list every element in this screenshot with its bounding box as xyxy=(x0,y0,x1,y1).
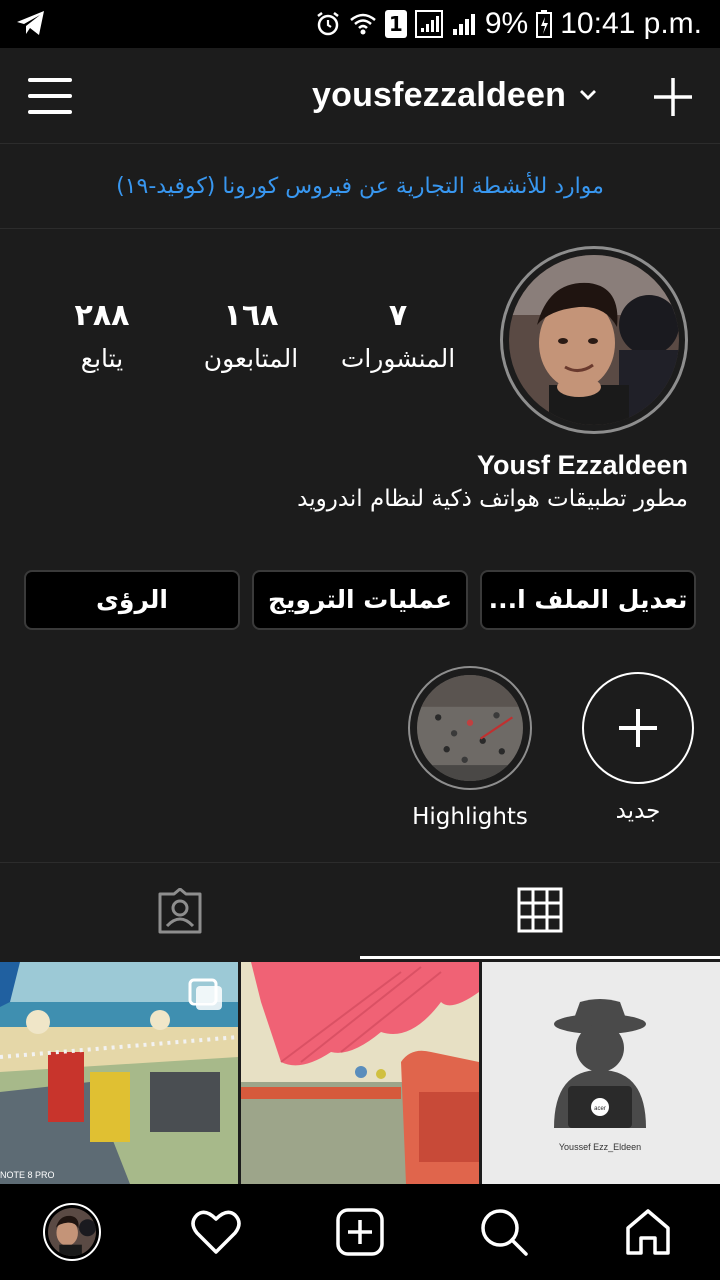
tab-grid[interactable] xyxy=(360,863,720,959)
tab-tagged[interactable] xyxy=(0,863,360,959)
highlight-item[interactable]: Highlights xyxy=(405,666,535,830)
following-count: ٢٨٨ xyxy=(74,298,130,333)
followers-count: ١٦٨ xyxy=(223,298,279,333)
new-highlight-label: جديد xyxy=(615,798,661,824)
avatar-photo xyxy=(509,255,679,425)
posts-count: ٧ xyxy=(388,298,408,333)
highlight-label: Highlights xyxy=(412,804,528,830)
stat-posts[interactable]: ٧ المنشورات xyxy=(323,296,473,373)
covid-resources-link[interactable]: موارد للأنشطة التجارية عن فيروس كورونا (… xyxy=(0,145,720,229)
home-icon xyxy=(626,1209,670,1255)
sim-slot-number: 1 xyxy=(388,12,403,36)
nav-new-post[interactable] xyxy=(288,1184,432,1280)
battery-percent: 9% xyxy=(484,7,529,40)
battery-icon xyxy=(536,10,553,38)
posts-grid: NOTE 8 PRO acer Youssef Ezz_Eldeen xyxy=(0,962,720,1184)
add-post-icon xyxy=(336,1208,384,1256)
followers-label: المتابعون xyxy=(203,344,299,373)
instagram-profile-screen: yousfezzaldeen موارد للأنشطة التجارية عن… xyxy=(0,48,720,1280)
profile-bio: مطور تطبيقات هواتف ذكية لنظام اندرويد xyxy=(297,486,688,512)
promotions-button[interactable]: عمليات الترويج xyxy=(252,570,468,630)
sim-slot-badge: 1 xyxy=(384,10,407,38)
post-thumbnail[interactable]: NOTE 8 PRO xyxy=(0,962,238,1184)
add-highlight-icon xyxy=(582,672,694,784)
status-bar: 1 9% 10:41 p.m. xyxy=(0,0,720,48)
profile-avatar[interactable] xyxy=(500,246,688,434)
post-caption: Youssef Ezz_Eldeen xyxy=(559,1142,641,1152)
search-icon xyxy=(481,1209,528,1256)
plus-icon[interactable] xyxy=(652,76,694,118)
profile-header: yousfezzaldeen xyxy=(0,48,720,144)
bottom-navigation xyxy=(0,1184,720,1280)
stat-followers[interactable]: ١٦٨ المتابعون xyxy=(176,296,326,373)
photo-watermark: NOTE 8 PRO xyxy=(0,1170,55,1180)
post-image: NOTE 8 PRO xyxy=(0,962,238,1184)
highlight-cover xyxy=(417,675,523,781)
nav-search[interactable] xyxy=(432,1184,576,1280)
post-thumbnail[interactable]: acer Youssef Ezz_Eldeen xyxy=(482,962,720,1184)
posts-label: المنشورات xyxy=(340,344,456,373)
wifi-icon xyxy=(350,13,376,35)
profile-full-name: Yousf Ezzaldeen xyxy=(476,450,688,480)
signal-icon xyxy=(452,14,475,35)
clock: 10:41 p.m. xyxy=(560,7,702,40)
post-image: acer Youssef Ezz_Eldeen xyxy=(482,962,720,1184)
profile-avatar xyxy=(43,1203,101,1261)
edit-profile-button[interactable]: تعديل الملف ا... xyxy=(480,570,696,630)
stat-following[interactable]: ٢٨٨ يتابع xyxy=(27,296,177,373)
grid-icon xyxy=(517,887,563,932)
heart-icon xyxy=(191,1210,241,1254)
post-thumbnail[interactable] xyxy=(241,962,479,1184)
laptop-logo: acer xyxy=(594,1106,606,1112)
nav-profile[interactable] xyxy=(0,1184,144,1280)
new-highlight-button[interactable]: جديد xyxy=(573,666,703,824)
chevron-down-icon[interactable] xyxy=(578,88,598,102)
nav-home[interactable] xyxy=(576,1184,720,1280)
sim-signal-icon xyxy=(414,10,443,38)
telegram-icon xyxy=(17,11,44,35)
following-label: يتابع xyxy=(80,344,124,373)
nav-activity[interactable] xyxy=(144,1184,288,1280)
menu-icon[interactable] xyxy=(28,76,74,116)
profile-tabs xyxy=(0,862,720,960)
insights-button[interactable]: الرؤى xyxy=(24,570,240,630)
username-switcher[interactable]: yousfezzaldeen xyxy=(312,76,566,115)
post-image xyxy=(241,962,479,1184)
alarm-icon xyxy=(317,12,339,36)
tagged-icon xyxy=(158,888,202,934)
